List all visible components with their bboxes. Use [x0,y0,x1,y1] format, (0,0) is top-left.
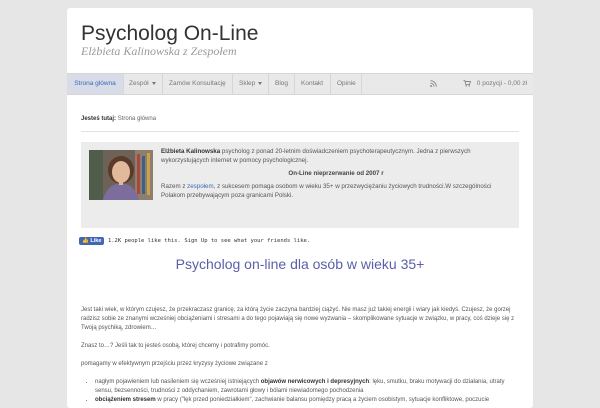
list-item: obciążeniem stresem w pracy ("lęk przed … [95,396,519,405]
intro-text: Elżbieta Kalinowska psycholog z ponad 20… [161,148,511,201]
content-paragraph-3: pomagamy w efektywnym przejściu przez kr… [81,361,268,367]
breadcrumb: Jesteś tutaj: Strona główna [81,116,157,122]
thumbs-up-icon: 👍 [82,238,89,244]
page-headline: Psycholog on-line dla osób w wieku 35+ [175,256,425,272]
cart-icon [463,80,471,87]
main-content: Jest taki wiek, w którym czujesz, że prz… [81,306,519,405]
site-title[interactable]: Psycholog On-Line [81,22,258,46]
author-photo [89,150,153,200]
page-container: Psycholog On-Line Elżbieta Kalinowska z … [67,8,533,408]
like-button[interactable]: 👍 Like [79,237,105,245]
list-item: nagłym pojawieniem lub nasileniem się wc… [95,378,519,396]
team-link[interactable]: zespołem [187,183,213,190]
nav-item-home[interactable]: Strona główna [67,74,123,94]
breadcrumb-current: Strona główna [117,116,157,122]
cart-link[interactable]: 0 pozycji - 0,00 zł [463,74,527,94]
chevron-down-icon [258,81,263,85]
facebook-like-widget: 👍 Like 1.2K people like this. Sign Up to… [79,237,310,247]
nav-item-team[interactable]: Zespół [129,74,156,94]
intro-highlight: On-Line nieprzerwanie od 2007 r [288,169,384,177]
like-count: 1.2K people like this. [107,238,181,244]
chevron-down-icon [151,81,156,85]
intro-box: Elżbieta Kalinowska psycholog z ponad 20… [81,142,519,228]
content-paragraph-1: Jest taki wiek, w którym czujesz, że prz… [81,307,515,331]
nav-item-contact[interactable]: Kontakt [301,74,323,94]
intro-paragraph-2: Razem z zespołem, z sukcesem pomaga osob… [161,183,492,200]
nav-item-order-consultation[interactable]: Zamów Konsultację [169,74,226,94]
content-paragraph-2: Znasz to…? Jeśli tak to jesteś osobą, kt… [81,343,270,349]
crisis-list: nagłym pojawieniem lub nasileniem się wc… [91,378,519,405]
divider [81,131,519,132]
signup-link[interactable]: Sign Up to see what your friends like. [184,238,310,244]
rss-icon[interactable] [430,74,437,94]
nav-item-blog[interactable]: Blog [275,74,288,94]
cart-summary: 0 pozycji - 0,00 zł [476,80,527,87]
site-tagline: Elżbieta Kalinowska z Zespołem [81,44,237,58]
main-navbar: Strona główna Zespół Zamów Konsultację S… [67,73,533,95]
nav-item-reviews[interactable]: Opinie [337,74,356,94]
nav-item-shop[interactable]: Sklep [239,74,263,94]
intro-paragraph-1: Elżbieta Kalinowska psycholog z ponad 20… [161,148,471,164]
